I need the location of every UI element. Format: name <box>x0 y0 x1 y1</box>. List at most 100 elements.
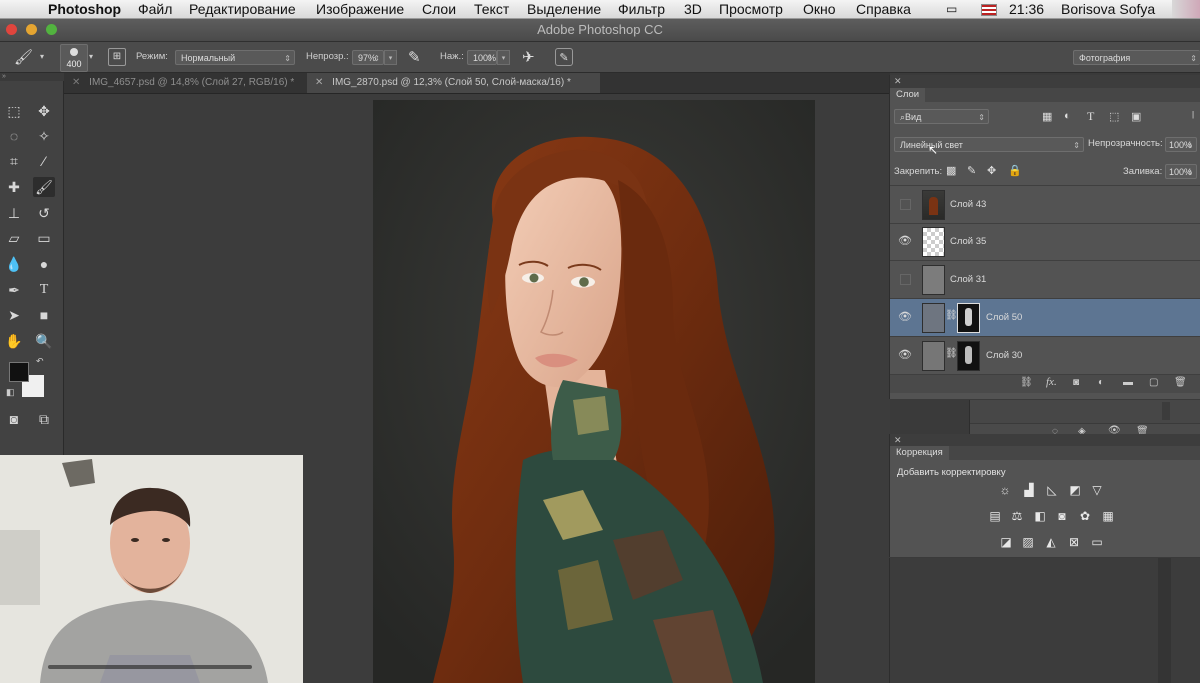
levels-icon[interactable]: ▟ <box>1020 482 1038 498</box>
layer-opacity-field[interactable]: 100% <box>1165 137 1197 153</box>
shape-tool-icon[interactable]: ■ <box>33 305 55 325</box>
crop-tool-icon[interactable]: ⌗ <box>3 151 25 171</box>
flag-icon[interactable] <box>981 4 997 16</box>
eraser-tool-icon[interactable]: ▱ <box>3 228 25 248</box>
brush-panel-icon[interactable]: ⊞ <box>108 48 126 66</box>
foreground-color-swatch[interactable] <box>9 362 29 382</box>
menu-file[interactable]: Файл <box>138 0 172 18</box>
invert-icon[interactable]: ◪ <box>997 534 1015 550</box>
pen-tool-icon[interactable]: ✒ <box>3 280 25 300</box>
photo-filter-icon[interactable]: ◙ <box>1053 508 1071 524</box>
posterize-icon[interactable]: ▨ <box>1019 534 1037 550</box>
curves-icon[interactable]: ◺ <box>1043 482 1061 498</box>
filter-shape-icon[interactable]: ⬚ <box>1109 110 1119 123</box>
lock-pixels-icon[interactable]: ✎ <box>967 164 976 177</box>
close-tab-icon[interactable]: ✕ <box>72 77 80 88</box>
link-icon[interactable]: ⛓ <box>945 310 958 321</box>
user-name[interactable]: Borisova Sofya <box>1061 0 1155 18</box>
new-adjustment-icon[interactable]: ◐ <box>1098 377 1104 388</box>
panel-scrollbar[interactable] <box>1158 558 1171 683</box>
hue-saturation-icon[interactable]: ▤ <box>986 508 1004 524</box>
zoom-tool-icon[interactable]: 🔍 <box>33 331 55 351</box>
scrollbar[interactable] <box>1162 402 1170 420</box>
tools-collapse-icon[interactable]: » <box>0 73 65 81</box>
layer-row[interactable]: 👁 Слой 35 <box>890 223 1200 261</box>
pressure-opacity-icon[interactable]: ✎ <box>408 48 421 66</box>
app-menu[interactable]: Photoshop <box>48 0 121 18</box>
brush-preset-picker[interactable]: 400 <box>60 44 88 72</box>
menu-help[interactable]: Справка <box>856 0 911 18</box>
lock-position-icon[interactable]: ✥ <box>987 164 996 177</box>
layer-row-selected[interactable]: 👁 ⛓ Слой 50 <box>890 299 1200 337</box>
gradient-map-icon[interactable]: ▭ <box>1088 534 1106 550</box>
visibility-toggle[interactable] <box>900 199 911 210</box>
layer-name[interactable]: Слой 43 <box>950 186 986 223</box>
workspace-select[interactable]: Фотография <box>1073 50 1200 66</box>
exposure-icon[interactable]: ◩ <box>1066 482 1084 498</box>
layer-row[interactable]: 👁 ⛓ Слой 30 <box>890 337 1200 375</box>
layer-name[interactable]: Слой 30 <box>986 337 1022 374</box>
mode-select[interactable]: Нормальный <box>175 50 295 66</box>
link-layers-icon[interactable]: ⛓ <box>1020 377 1033 388</box>
filter-adjustment-icon[interactable]: ◐ <box>1064 110 1071 122</box>
layer-name[interactable]: Слой 50 <box>986 299 1022 336</box>
tab-img4657[interactable]: ✕ IMG_4657.psd @ 14,8% (Слой 27, RGB/16)… <box>64 73 312 93</box>
color-lookup-icon[interactable]: ▦ <box>1099 508 1117 524</box>
menu-layers[interactable]: Слои <box>422 0 456 18</box>
brush-tool-icon[interactable]: 🖌 <box>33 177 55 197</box>
layer-mask-thumbnail[interactable] <box>957 341 980 371</box>
pressure-size-icon[interactable]: ✎ <box>555 48 573 66</box>
eye-icon[interactable]: 👁 <box>898 234 912 248</box>
type-tool-icon[interactable]: T <box>33 280 55 300</box>
gradient-tool-icon[interactable]: ▭ <box>33 228 55 248</box>
quick-mask-icon[interactable]: ◙ <box>3 409 25 429</box>
delete-layer-icon[interactable]: 🗑 <box>1174 377 1187 388</box>
lasso-tool-icon[interactable]: ◌ <box>3 126 25 146</box>
threshold-icon[interactable]: ◭ <box>1042 534 1060 550</box>
menu-3d[interactable]: 3D <box>684 0 702 18</box>
close-panel-icon[interactable]: ✕ <box>894 75 902 88</box>
airbrush-icon[interactable]: ✈ <box>522 48 535 66</box>
marquee-tool-icon[interactable]: ⬚ <box>3 101 25 121</box>
filter-smart-object-icon[interactable]: ▣ <box>1131 110 1141 123</box>
layer-row[interactable]: Слой 31 <box>890 261 1200 299</box>
new-layer-icon[interactable]: ▢ <box>1149 377 1158 388</box>
default-colors-icon[interactable]: ◧ <box>6 387 15 398</box>
eye-icon[interactable]: 👁 <box>898 310 912 324</box>
selective-color-icon[interactable]: ⊠ <box>1065 534 1083 550</box>
layer-fill-field[interactable]: 100% <box>1165 164 1197 180</box>
close-tab-icon[interactable]: ✕ <box>315 77 323 88</box>
opacity-field[interactable]: 97% <box>352 50 384 66</box>
add-mask-icon[interactable]: ◙ <box>1073 377 1079 388</box>
canvas-image[interactable] <box>373 100 815 683</box>
screen-mode-icon[interactable]: ⧉ <box>33 409 55 429</box>
visibility-toggle[interactable] <box>900 274 911 285</box>
layer-row[interactable]: Слой 43 <box>890 185 1200 224</box>
flow-field[interactable]: 100% <box>467 50 497 66</box>
filter-toggle-icon[interactable]: | <box>1192 110 1200 120</box>
tab-layers[interactable]: Слои <box>890 88 926 102</box>
chevron-down-icon[interactable]: ▾ <box>89 52 93 61</box>
quick-select-tool-icon[interactable]: ✧ <box>33 126 55 146</box>
dodge-tool-icon[interactable]: ● <box>33 254 55 274</box>
brightness-contrast-icon[interactable]: ☼ <box>996 482 1014 498</box>
chevron-down-icon[interactable]: ▾ <box>384 50 397 65</box>
history-brush-tool-icon[interactable]: ↺ <box>33 203 55 223</box>
black-white-icon[interactable]: ◧ <box>1031 508 1049 524</box>
close-panel-icon[interactable]: ✕ <box>894 434 902 446</box>
menu-window[interactable]: Окно <box>803 0 836 18</box>
layer-name[interactable]: Слой 31 <box>950 261 986 298</box>
menu-type[interactable]: Текст <box>474 0 509 18</box>
lock-transparent-icon[interactable]: ▩ <box>946 164 956 177</box>
filter-pixel-icon[interactable]: ▦ <box>1042 110 1052 123</box>
vibrance-icon[interactable]: ▽ <box>1088 482 1106 498</box>
clock[interactable]: 21:36 <box>1009 0 1044 18</box>
move-tool-icon[interactable]: ✥ <box>33 101 55 121</box>
clone-stamp-tool-icon[interactable]: ⊥ <box>3 203 25 223</box>
menu-image[interactable]: Изображение <box>316 0 404 18</box>
eye-icon[interactable]: 👁 <box>898 348 912 362</box>
layer-filter-select[interactable]: ⌕Вид <box>894 109 989 125</box>
menu-edit[interactable]: Редактирование <box>189 0 296 18</box>
new-group-icon[interactable]: ▬ <box>1123 377 1133 388</box>
layer-name[interactable]: Слой 35 <box>950 223 986 260</box>
